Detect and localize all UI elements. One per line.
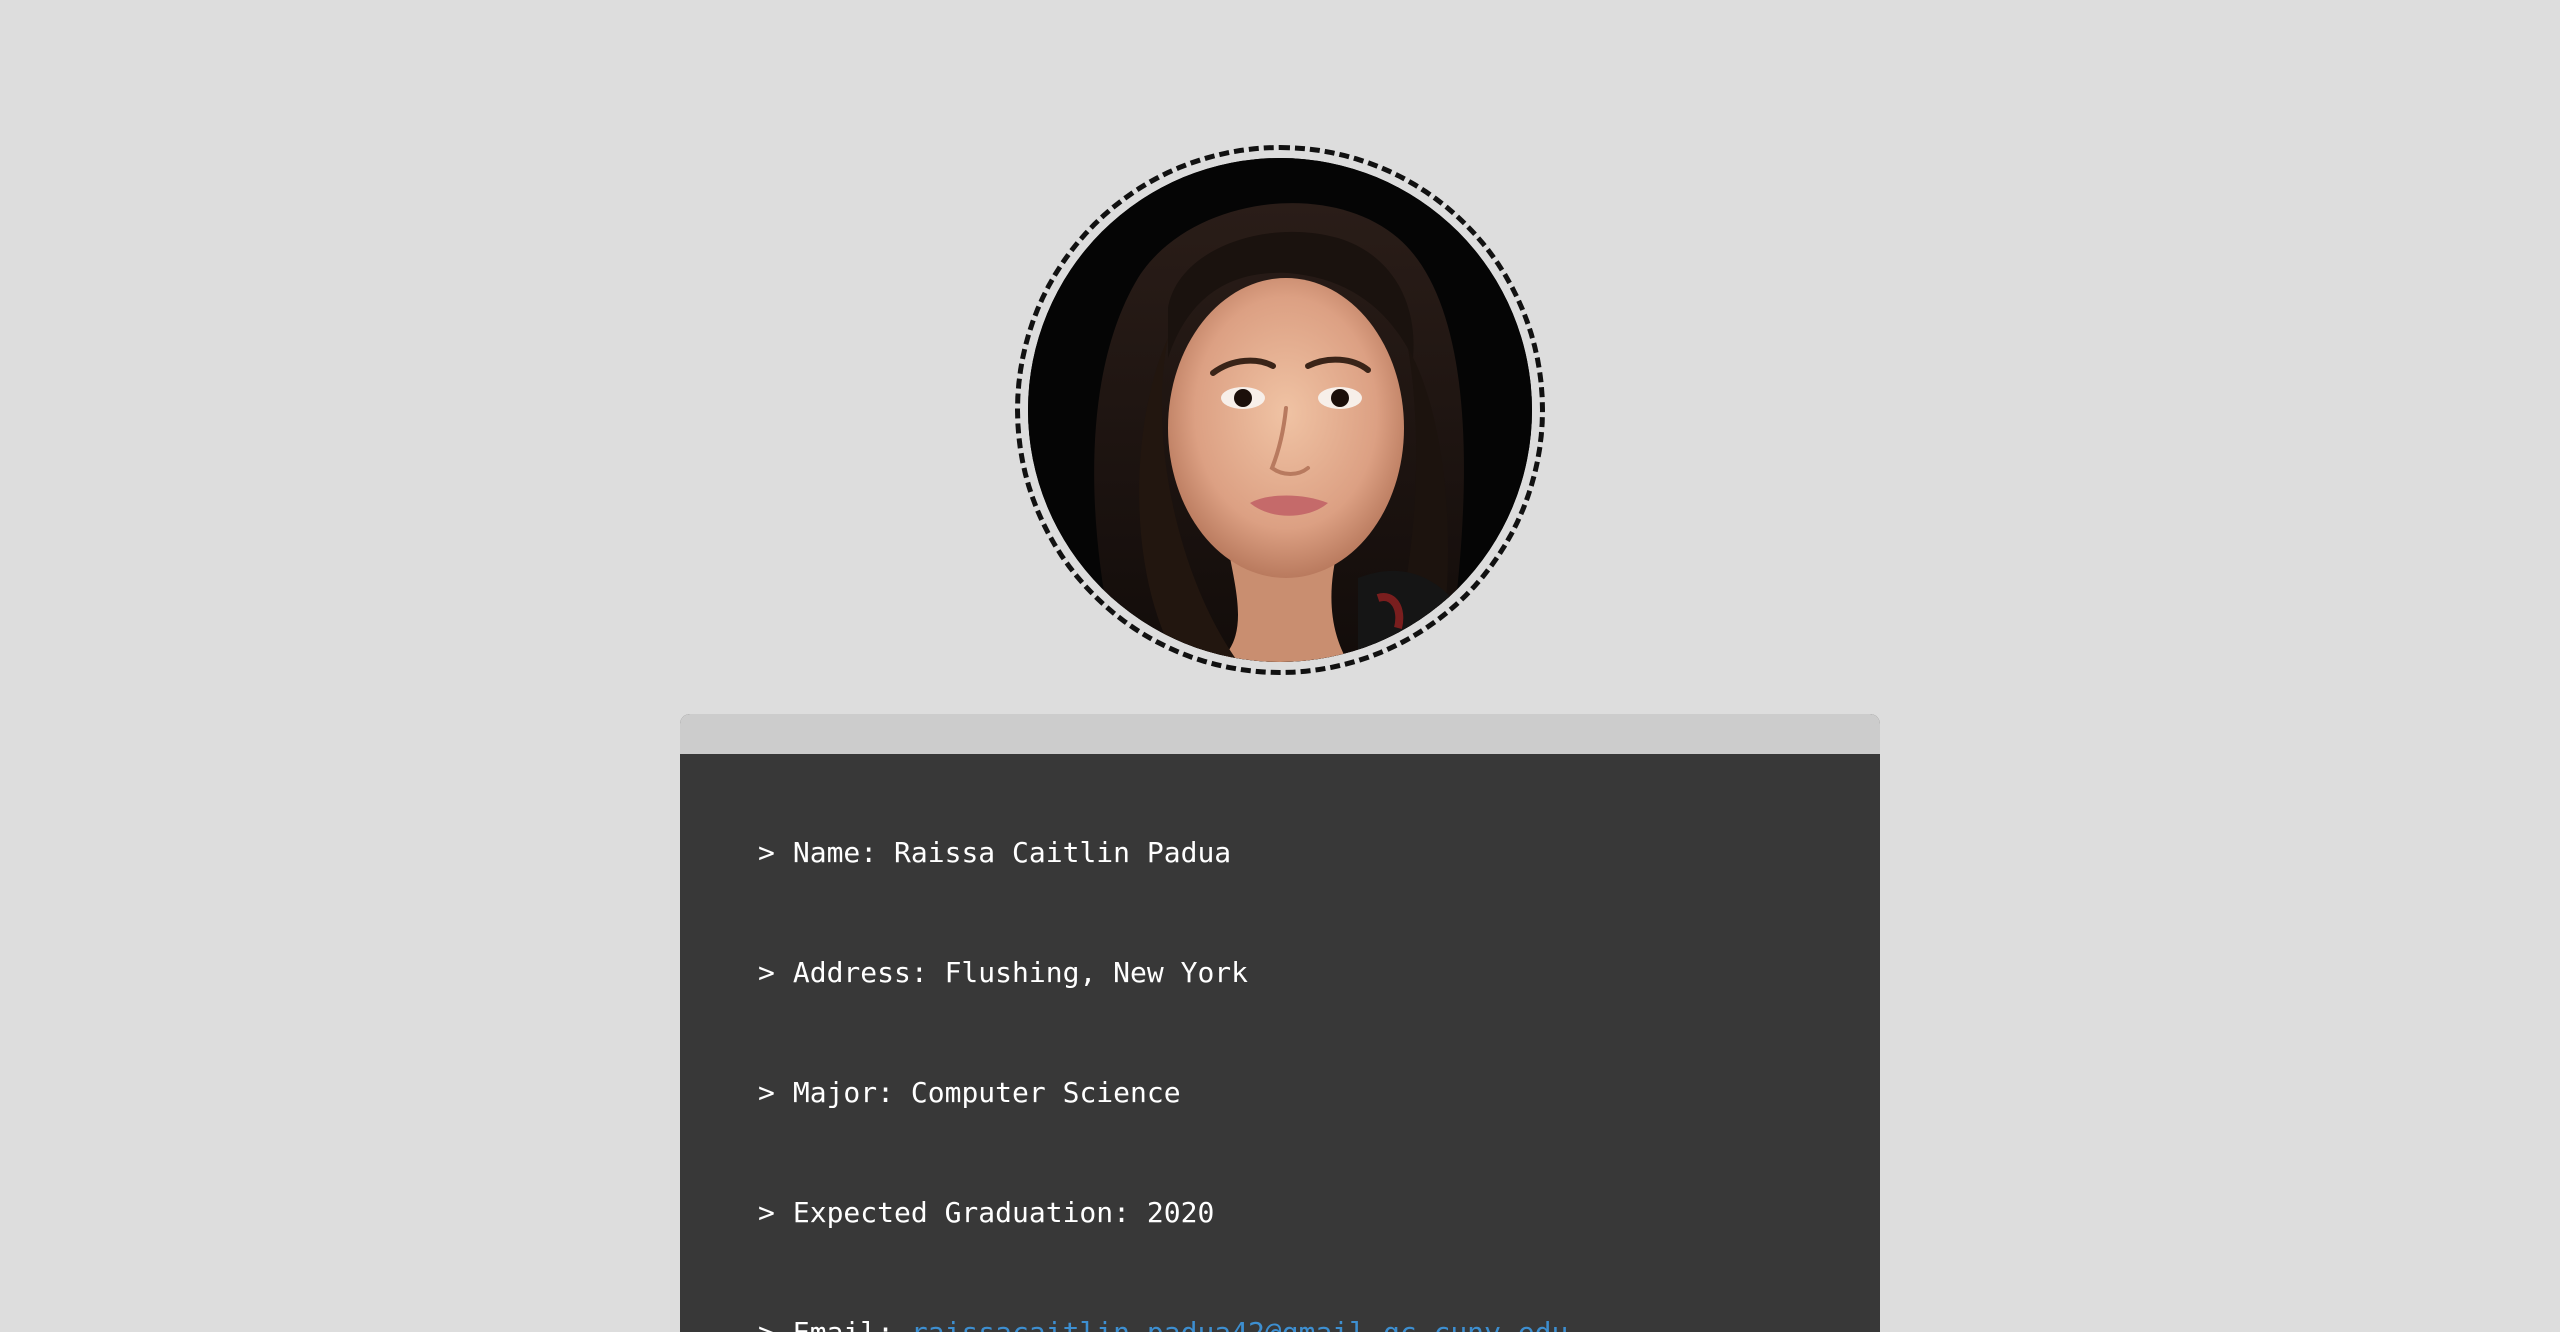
info-line-email: > Email: raissacaitlin.padua42@gmail.qc.c… xyxy=(758,1272,1880,1332)
prompt-symbol: > xyxy=(758,1315,775,1332)
terminal-window: > Name: Raissa Caitlin Padua > Address: Fl… xyxy=(680,714,1880,1332)
info-line-graduation: > Expected Graduation: 2020 xyxy=(758,1152,1880,1272)
email-link[interactable]: raissacaitlin.padua42@gmail.qc.cuny.edu xyxy=(911,1316,1568,1332)
info-value: Computer Science xyxy=(910,1075,1181,1109)
info-label: Address: xyxy=(792,955,928,989)
terminal-body: > Name: Raissa Caitlin Padua > Address: Fl… xyxy=(680,754,1880,1332)
info-label: Major: xyxy=(792,1075,895,1109)
prompt-symbol: > xyxy=(758,955,775,989)
info-label: Name: xyxy=(792,835,878,869)
info-value: Flushing, New York xyxy=(944,955,1249,989)
info-line-major: > Major: Computer Science xyxy=(758,1032,1880,1152)
info-line-name: > Name: Raissa Caitlin Padua xyxy=(758,792,1880,912)
prompt-symbol: > xyxy=(758,1075,775,1109)
prompt-symbol: > xyxy=(758,835,775,869)
page: > Name: Raissa Caitlin Padua > Address: Fl… xyxy=(0,0,2560,1332)
info-value: Raissa Caitlin Padua xyxy=(894,835,1232,869)
terminal-titlebar xyxy=(680,714,1880,754)
info-label: Expected Graduation: xyxy=(792,1195,1131,1229)
info-value: 2020 xyxy=(1146,1195,1215,1229)
info-line-address: > Address: Flushing, New York xyxy=(758,912,1880,1032)
avatar-photo xyxy=(1028,158,1532,662)
info-label: Email: xyxy=(792,1315,895,1332)
avatar xyxy=(1028,158,1532,662)
prompt-symbol: > xyxy=(758,1195,775,1229)
